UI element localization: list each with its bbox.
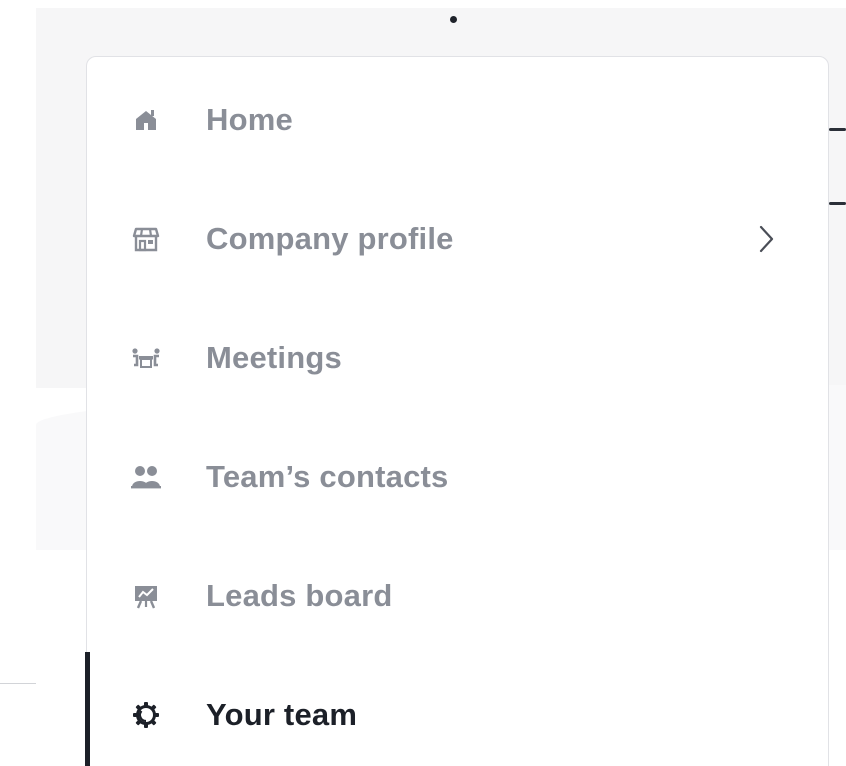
presentation-board-icon bbox=[129, 579, 163, 613]
home-icon bbox=[129, 103, 163, 137]
app-screen: Home Company profile Meetings Team’s con… bbox=[0, 0, 846, 766]
menu-item-leads-board[interactable]: Leads board bbox=[87, 537, 828, 655]
divider bbox=[0, 683, 36, 684]
contacts-icon bbox=[129, 460, 163, 494]
menu-item-home[interactable]: Home bbox=[87, 61, 828, 179]
menu-item-label: Team’s contacts bbox=[206, 459, 449, 494]
gear-icon bbox=[129, 698, 163, 732]
menu-item-label: Leads board bbox=[206, 578, 393, 613]
menu-item-label: Company profile bbox=[206, 221, 454, 256]
menu-item-meetings[interactable]: Meetings bbox=[87, 299, 828, 417]
background-line bbox=[829, 128, 846, 131]
indicator-dot bbox=[450, 16, 457, 23]
storefront-icon bbox=[129, 222, 163, 256]
background-line bbox=[829, 202, 846, 205]
menu-item-label: Home bbox=[206, 102, 293, 137]
menu-item-label: Meetings bbox=[206, 340, 342, 375]
menu-item-company-profile[interactable]: Company profile bbox=[87, 180, 828, 298]
menu-item-label: Your team bbox=[206, 697, 358, 732]
active-indicator bbox=[85, 652, 90, 766]
menu-item-teams-contacts[interactable]: Team’s contacts bbox=[87, 418, 828, 536]
menu-item-your-team[interactable]: Your team bbox=[87, 656, 828, 766]
navigation-menu: Home Company profile Meetings Team’s con… bbox=[85, 56, 829, 766]
meeting-table-icon bbox=[129, 341, 163, 375]
chevron-right-icon[interactable] bbox=[756, 224, 776, 254]
